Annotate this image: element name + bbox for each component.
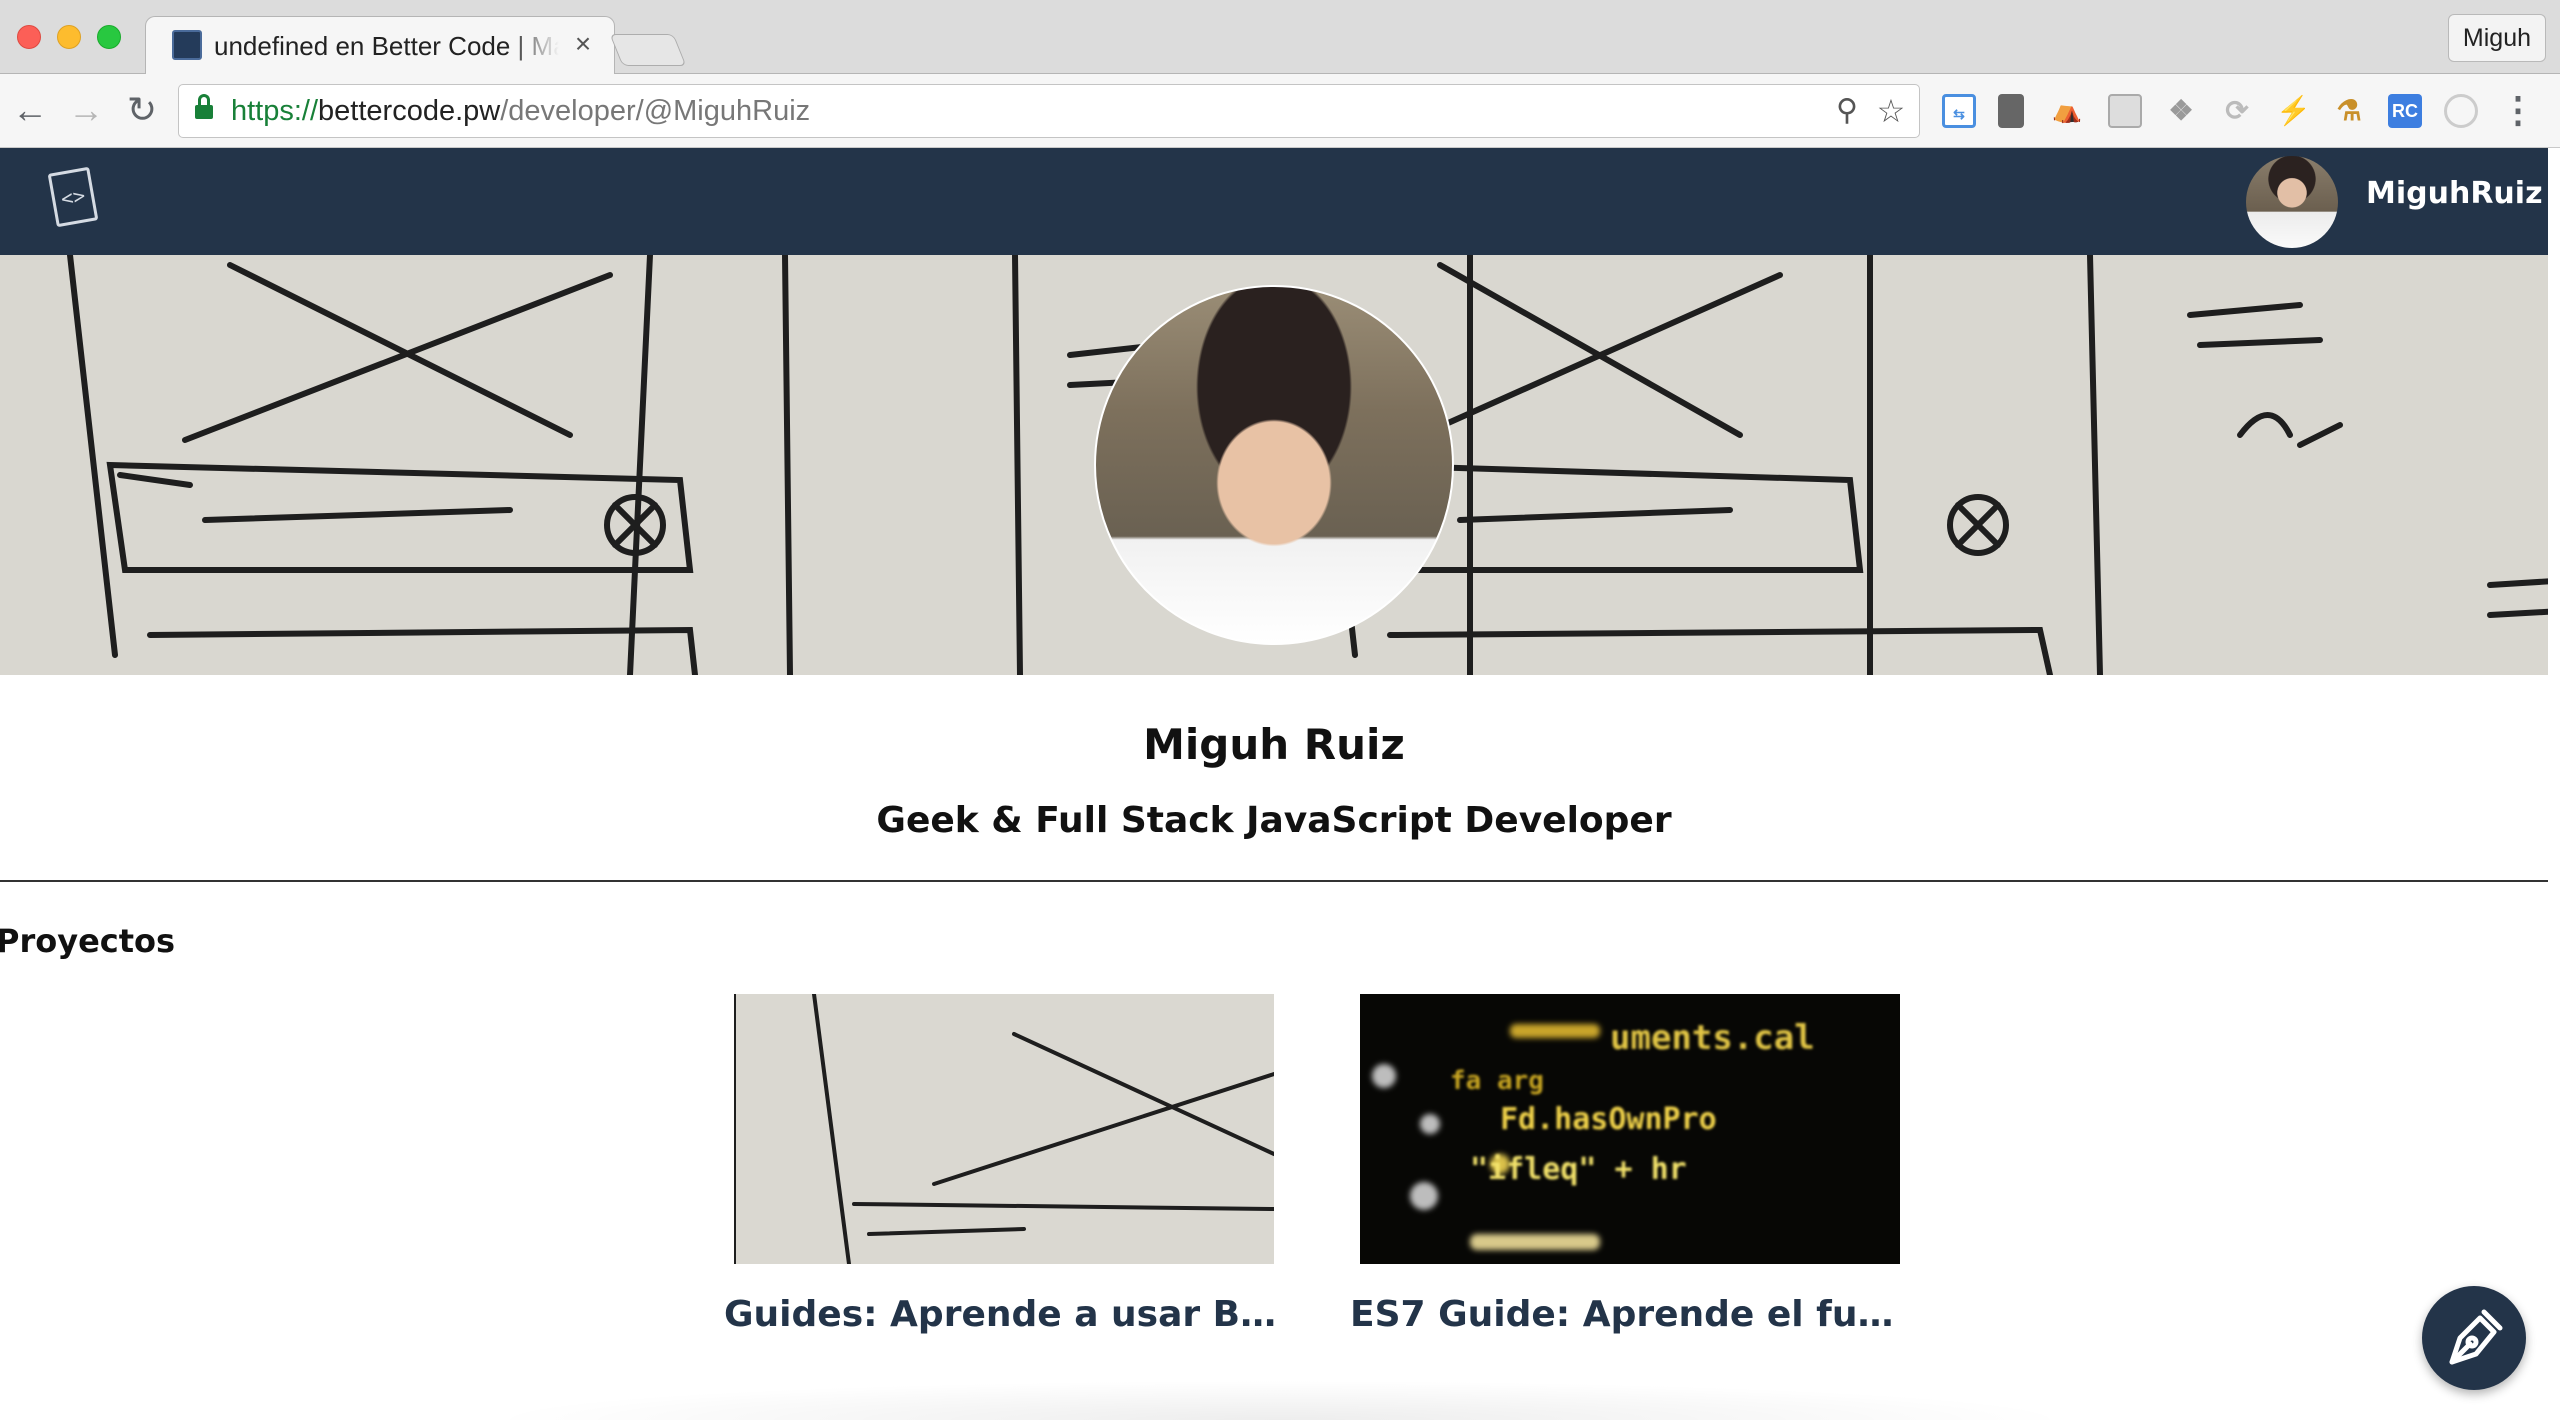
column-icon[interactable] [1998, 94, 2024, 128]
url-scheme: https:// [231, 95, 319, 127]
browser-tabbar: undefined en Better Code | Ma × Miguh [0, 0, 2560, 74]
lock-icon [195, 94, 213, 119]
tab-sync-icon[interactable]: ⇆ [1942, 94, 1976, 128]
window-maximize-button[interactable] [97, 25, 121, 49]
dropbox-icon[interactable]: ❖ [2164, 94, 2198, 128]
sync-icon[interactable]: ⟳ [2220, 94, 2254, 128]
address-bar[interactable]: https://bettercode.pw/developer/@MiguhRu… [178, 84, 1920, 138]
window-minimize-button[interactable] [57, 25, 81, 49]
url-host: bettercode.pw [318, 95, 501, 127]
browser-tab-active[interactable]: undefined en Better Code | Ma × [145, 16, 615, 74]
site-header: <> MiguhRuiz [0, 148, 2548, 255]
fountain-pen-icon [2449, 1309, 2503, 1365]
rc-icon[interactable]: RC [2388, 94, 2422, 128]
browser-menu-icon[interactable]: ⋮ [2500, 88, 2536, 132]
profile-name: Miguh Ruiz [1143, 720, 1405, 769]
header-avatar[interactable] [2246, 156, 2338, 248]
site-favicon-icon [172, 30, 202, 60]
profile-bio: Geek & Full Stack JavaScript Developer [876, 800, 1672, 841]
browser-toolbar: ← → ↻ https://bettercode.pw/developer/@M… [0, 74, 2560, 148]
project-thumbnail[interactable] [734, 994, 1274, 1264]
svg-text:uments.cal: uments.cal [1610, 1018, 1815, 1058]
window-close-button[interactable] [17, 25, 41, 49]
bolt-icon[interactable]: ⚡ [2276, 94, 2311, 128]
project-card[interactable]: uments.cal Fd.hasOwnPro "ifleq" + hr fa … [1350, 994, 1910, 1354]
url-path: /developer/@MiguhRuiz [500, 95, 811, 127]
header-username[interactable]: MiguhRuiz [2366, 176, 2543, 211]
bookmark-star-icon[interactable]: ☆ [1873, 93, 1909, 129]
project-thumbnail[interactable]: uments.cal Fd.hasOwnPro "ifleq" + hr fa … [1360, 994, 1900, 1264]
back-arrow-icon[interactable]: ← [8, 88, 52, 132]
zoom-icon[interactable]: ⚲ [1829, 93, 1865, 129]
reload-icon[interactable]: ↻ [120, 88, 164, 132]
browser-profile-button[interactable]: Miguh [2447, 14, 2546, 62]
island-icon[interactable]: ⛺ [2050, 94, 2084, 128]
project-card[interactable]: Guides: Aprende a usar Bett... [724, 994, 1284, 1354]
circle-icon[interactable] [2444, 94, 2478, 128]
profile-avatar[interactable] [1094, 285, 1454, 645]
screenshot-icon[interactable] [2108, 94, 2142, 128]
svg-text:Fd.hasOwnPro: Fd.hasOwnPro [1500, 1102, 1717, 1137]
projects-section-title: Proyectos [0, 922, 176, 960]
project-title[interactable]: Guides: Aprende a usar Bett... [724, 1294, 1284, 1335]
forward-arrow-icon[interactable]: → [64, 88, 108, 132]
ruler-icon[interactable]: ⚗ [2332, 94, 2366, 128]
new-tab-button[interactable] [609, 34, 687, 66]
cover-sketch-image-right [1340, 255, 2548, 675]
profile-cover [0, 255, 2548, 675]
divider [0, 880, 2548, 882]
url-text[interactable]: https://bettercode.pw/developer/@MiguhRu… [231, 95, 810, 128]
bettercode-logo-icon[interactable]: <> [47, 166, 99, 228]
write-pen-button[interactable] [2422, 1286, 2526, 1390]
tab-title: undefined en Better Code | Ma [214, 31, 559, 61]
tab-close-icon[interactable]: × [568, 29, 598, 59]
bottom-shadow [480, 1380, 2080, 1420]
project-title[interactable]: ES7 Guide: Aprende el futur... [1350, 1294, 1910, 1335]
svg-text:"ifleq" + hr: "ifleq" + hr [1470, 1152, 1687, 1187]
svg-text:fa arg: fa arg [1450, 1066, 1544, 1096]
